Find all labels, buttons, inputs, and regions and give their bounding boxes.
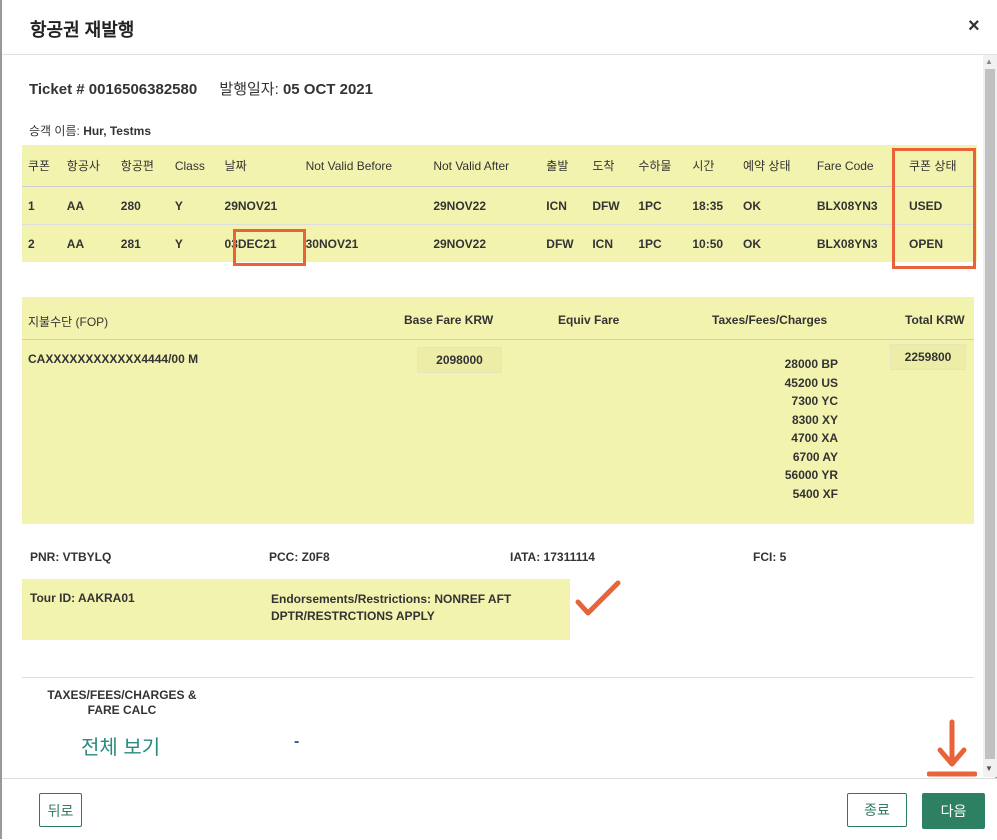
col-time: 시간 [686, 145, 738, 187]
cell-baggage: 1PC [638, 236, 662, 251]
close-icon[interactable]: × [968, 15, 980, 38]
cell-time: 18:35 [686, 186, 738, 225]
cell-class: Y [168, 186, 219, 225]
tax-item: 45200 US [784, 375, 838, 390]
passenger-value: Hur, Testms [83, 124, 151, 138]
cell-fare-code: BLX08YN3 [810, 186, 903, 225]
tax-item: 7300 YC [791, 394, 838, 408]
cell-date: 29NOV21 [218, 186, 300, 225]
col-not-valid-before: Not Valid Before [299, 145, 428, 187]
cell-not-valid-before: 30NOV21 [305, 236, 359, 251]
cell-baggage: 1PC [632, 186, 687, 225]
scroll-thumb[interactable] [985, 69, 995, 759]
col-not-valid-after: Not Valid After [427, 145, 541, 187]
scroll-down-icon[interactable]: ▼ [985, 764, 993, 773]
cell-departure: ICN [540, 186, 587, 225]
col-fare-code: Fare Code [810, 145, 903, 187]
fare-header-row: 지불수단 (FOP) Base Fare KRW Equiv Fare Taxe… [22, 297, 974, 340]
cell-time: 10:50 [692, 236, 724, 251]
dialog-footer: 뒤로 종료 다음 [2, 778, 997, 840]
col-airline: 항공사 [60, 145, 115, 187]
tax-item: 5400 XF [792, 486, 838, 501]
end-button[interactable]: 종료 [847, 793, 907, 827]
cell-coupon: 1 [22, 186, 61, 225]
endorsement-section: Tour ID: AAKRA01 Endorsements/Restrictio… [22, 579, 570, 640]
cell-arrival: ICN [592, 236, 613, 251]
fare-col-base: Base Fare KRW [404, 313, 494, 327]
tax-item: 6700 AY [792, 449, 838, 464]
table-row: 1 AA 280 Y 29NOV21 29NOV22 ICN DFW 1PC 1… [22, 186, 977, 225]
date-highlight-box [233, 229, 306, 266]
cell-flight: 281 [120, 236, 141, 251]
table-row: 2 AA 281 Y 03DEC21 30NOV21 29NOV22 DFW I… [22, 225, 977, 263]
section-divider [22, 677, 974, 678]
next-button[interactable]: 다음 [922, 793, 985, 829]
coupon-header-row: 쿠폰 항공사 항공편 Class 날짜 Not Valid Before Not… [22, 145, 977, 187]
vertical-scrollbar[interactable]: ▲ ▼ [983, 55, 997, 777]
base-fare-value: 2098000 [417, 347, 502, 373]
cell-class: Y [174, 236, 183, 251]
fare-calc-label: TAXES/FEES/CHARGES & FARE CALC [47, 688, 197, 717]
cell-not-valid-before [299, 186, 428, 225]
pcc-info: PCC: Z0F8 [269, 550, 330, 564]
back-button[interactable]: 뒤로 [39, 793, 82, 827]
fare-calc-value: - [294, 733, 300, 750]
col-arrival: 도착 [586, 145, 633, 187]
cell-airline: AA [66, 236, 85, 251]
passenger-name: 승객 이름: Hur, Testms [29, 122, 151, 139]
fare-col-fop: 지불수단 (FOP) [28, 315, 109, 329]
fci-info: FCI: 5 [753, 550, 787, 564]
arrow-down-icon [927, 719, 977, 777]
dialog-content[interactable]: Ticket # 0016506382580 발행일자: 05 OCT 2021… [12, 55, 987, 777]
ticket-number: Ticket # 0016506382580 [29, 81, 198, 98]
tax-item: 28000 BP [784, 357, 838, 371]
checkmark-icon [575, 580, 621, 616]
fare-section: 지불수단 (FOP) Base Fare KRW Equiv Fare Taxe… [22, 297, 974, 524]
reissue-dialog: 항공권 재발행 × Ticket # 0016506382580 발행일자: 0… [0, 0, 997, 840]
cell-reservation-status: OK [737, 186, 811, 225]
pnr-info: PNR: VTBYLQ [30, 550, 112, 564]
issue-date: 05 OCT 2021 [282, 81, 373, 98]
cell-not-valid-after: 29NOV22 [433, 236, 487, 251]
cell-departure: DFW [546, 236, 574, 251]
scroll-up-icon[interactable]: ▲ [985, 57, 993, 66]
cell-arrival: DFW [586, 186, 633, 225]
coupon-table: 쿠폰 항공사 항공편 Class 날짜 Not Valid Before Not… [22, 145, 977, 262]
col-reservation-status: 예약 상태 [737, 145, 811, 187]
cell-airline: AA [60, 186, 115, 225]
col-date: 날짜 [218, 145, 300, 187]
cell-flight: 280 [114, 186, 169, 225]
col-departure: 출발 [540, 145, 587, 187]
total-fare-value: 2259800 [890, 344, 966, 370]
cell-coupon: 2 [28, 236, 35, 251]
fare-col-total: Total KRW [905, 313, 965, 327]
issue-date-label: 발행일자: [219, 81, 279, 98]
cell-not-valid-after: 29NOV22 [427, 186, 541, 225]
fop-value: CAXXXXXXXXXXXX4444/00 M [28, 352, 199, 366]
tax-item: 4700 XA [791, 431, 838, 445]
endorsement-text: Endorsements/Restrictions: NONREF AFT DP… [271, 592, 512, 623]
fare-col-taxes: Taxes/Fees/Charges [712, 313, 828, 327]
tax-item: 8300 XY [791, 412, 838, 427]
tax-item: 56000 YR [784, 468, 838, 482]
cell-fare-code: BLX08YN3 [816, 236, 878, 251]
view-all-link[interactable]: 전체 보기 [81, 731, 160, 760]
fare-col-equiv: Equiv Fare [558, 313, 620, 327]
cell-reservation-status: OK [743, 236, 762, 251]
iata-info: IATA: 17311114 [510, 550, 595, 564]
col-flight: 항공편 [114, 145, 169, 187]
col-coupon: 쿠폰 [22, 145, 61, 187]
passenger-label: 승객 이름: [29, 124, 80, 138]
ticket-header: Ticket # 0016506382580 발행일자: 05 OCT 2021 [29, 78, 373, 99]
coupon-status-highlight-box [892, 148, 976, 269]
dialog-title: 항공권 재발행 [30, 20, 135, 40]
col-baggage: 수하물 [632, 145, 687, 187]
dialog-titlebar: 항공권 재발행 × [2, 0, 997, 55]
tax-list: 28000 BP 45200 US 7300 YC 8300 XY 4700 X… [752, 355, 838, 503]
tour-id: Tour ID: AAKRA01 [30, 591, 135, 605]
col-class: Class [168, 145, 219, 187]
